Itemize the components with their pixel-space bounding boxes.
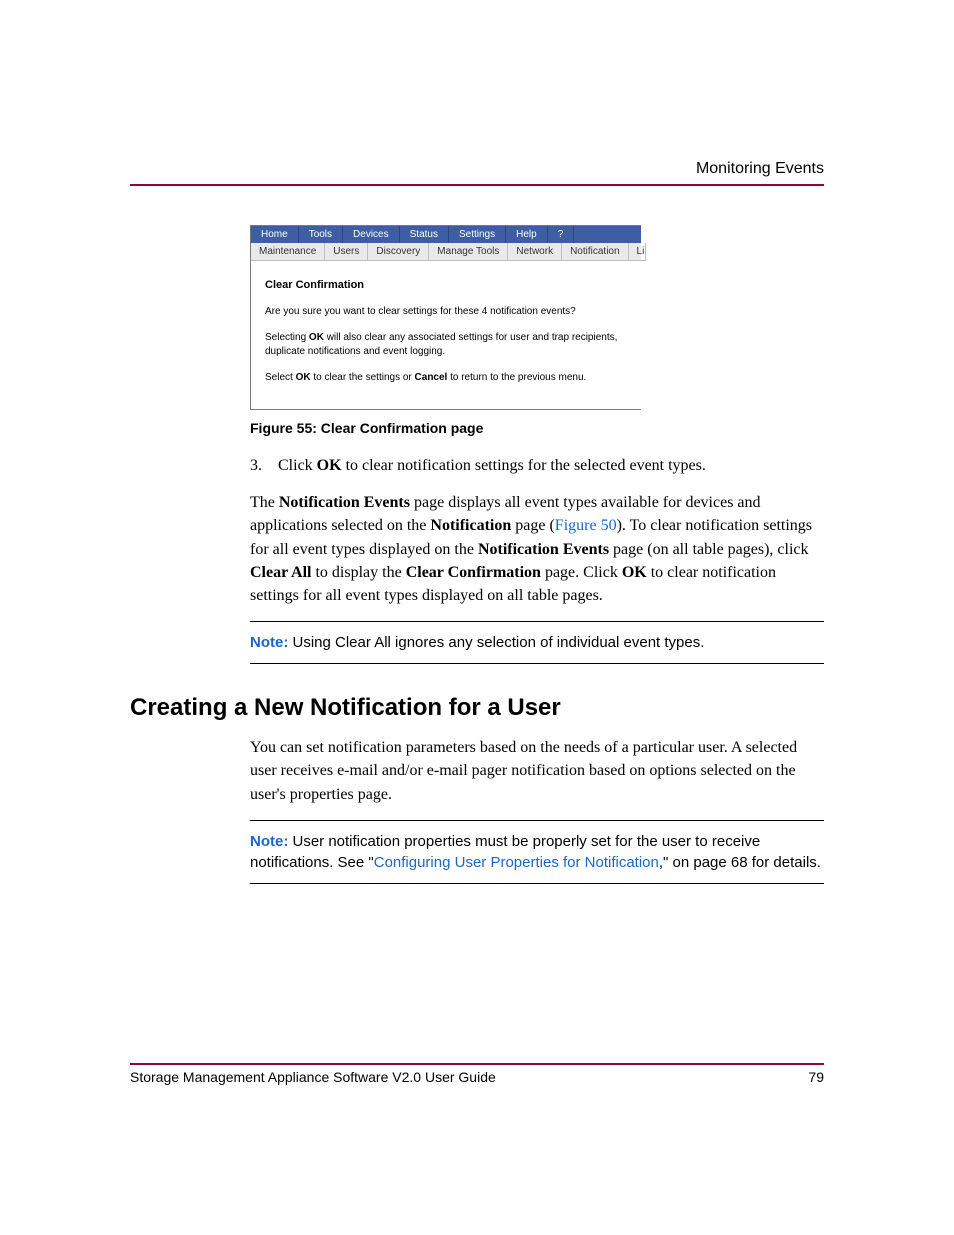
figure-caption: Figure 55: Clear Confirmation page	[250, 420, 824, 436]
note-text: Using Clear All ignores any selection of…	[288, 634, 704, 651]
bold: OK	[622, 564, 647, 581]
subnav-manage-tools: Manage Tools	[429, 243, 508, 261]
config-user-properties-link[interactable]: Configuring User Properties for Notifica…	[374, 854, 659, 871]
t: to clear notification settings for the s…	[342, 457, 706, 474]
dialog-line-3: Select OK to clear the settings or Cance…	[265, 371, 627, 385]
subnav-network: Network	[508, 243, 562, 261]
note-label: Note:	[250, 833, 288, 850]
nav-help: Help	[506, 226, 548, 243]
note-clear-all: Note: Using Clear All ignores any select…	[250, 621, 824, 664]
t: to clear the settings or	[311, 372, 415, 383]
t: page (on all table pages), click	[609, 541, 808, 558]
t: Select	[265, 372, 296, 383]
t: page. Click	[541, 564, 622, 581]
subnav-discovery: Discovery	[368, 243, 429, 261]
nav-question: ?	[548, 226, 575, 243]
note-user-properties: Note: User notification properties must …	[250, 820, 824, 884]
footer-page-number: 79	[808, 1069, 824, 1085]
subnav-truncated: Li	[629, 243, 646, 261]
t: Selecting	[265, 332, 309, 343]
t: page (	[511, 517, 555, 534]
screenshot-nav: Home Tools Devices Status Settings Help …	[251, 226, 641, 243]
bold: Notification Events	[279, 494, 410, 511]
t: to return to the previous menu.	[447, 372, 586, 383]
nav-devices: Devices	[343, 226, 400, 243]
subnav-users: Users	[325, 243, 368, 261]
bold: Notification Events	[478, 541, 609, 558]
dialog-body: Clear Confirmation Are you sure you want…	[251, 261, 641, 409]
t: The	[250, 494, 279, 511]
figure-50-link[interactable]: Figure 50	[555, 517, 617, 534]
step-text: Click OK to clear notification settings …	[278, 454, 824, 477]
paragraph-notification-events: The Notification Events page displays al…	[250, 491, 824, 607]
header-title: Monitoring Events	[130, 160, 824, 178]
nav-tools: Tools	[299, 226, 343, 243]
step-number: 3.	[250, 454, 278, 477]
page-header: Monitoring Events	[130, 160, 824, 186]
subnav-maintenance: Maintenance	[251, 243, 325, 261]
subnav-notification: Notification	[562, 243, 628, 261]
bold: Notification	[430, 517, 511, 534]
bold-ok: OK	[296, 372, 311, 383]
paragraph-user-notification: You can set notification parameters base…	[250, 736, 824, 806]
nav-status: Status	[400, 226, 449, 243]
note-label: Note:	[250, 634, 288, 651]
step-3: 3. Click OK to clear notification settin…	[250, 454, 824, 477]
page-footer: Storage Management Appliance Software V2…	[130, 1063, 824, 1085]
bold-cancel: Cancel	[415, 372, 448, 383]
footer-rule	[130, 1063, 824, 1065]
header-rule	[130, 184, 824, 186]
dialog-title: Clear Confirmation	[265, 279, 627, 291]
section-heading: Creating a New Notification for a User	[130, 694, 824, 722]
footer-guide-title: Storage Management Appliance Software V2…	[130, 1069, 496, 1085]
bold: Clear All	[250, 564, 311, 581]
dialog-line-2: Selecting OK will also clear any associa…	[265, 331, 627, 359]
dialog-line-1: Are you sure you want to clear settings …	[265, 305, 627, 319]
nav-home: Home	[251, 226, 299, 243]
figure-screenshot: Home Tools Devices Status Settings Help …	[250, 225, 641, 410]
t: Click	[278, 457, 317, 474]
t: ," on page 68 for details.	[659, 854, 821, 871]
bold-ok: OK	[309, 332, 324, 343]
bold: Clear Confirmation	[406, 564, 541, 581]
t: to display the	[311, 564, 405, 581]
bold-ok: OK	[317, 457, 342, 474]
nav-settings: Settings	[449, 226, 506, 243]
screenshot-subnav: Maintenance Users Discovery Manage Tools…	[251, 243, 641, 261]
